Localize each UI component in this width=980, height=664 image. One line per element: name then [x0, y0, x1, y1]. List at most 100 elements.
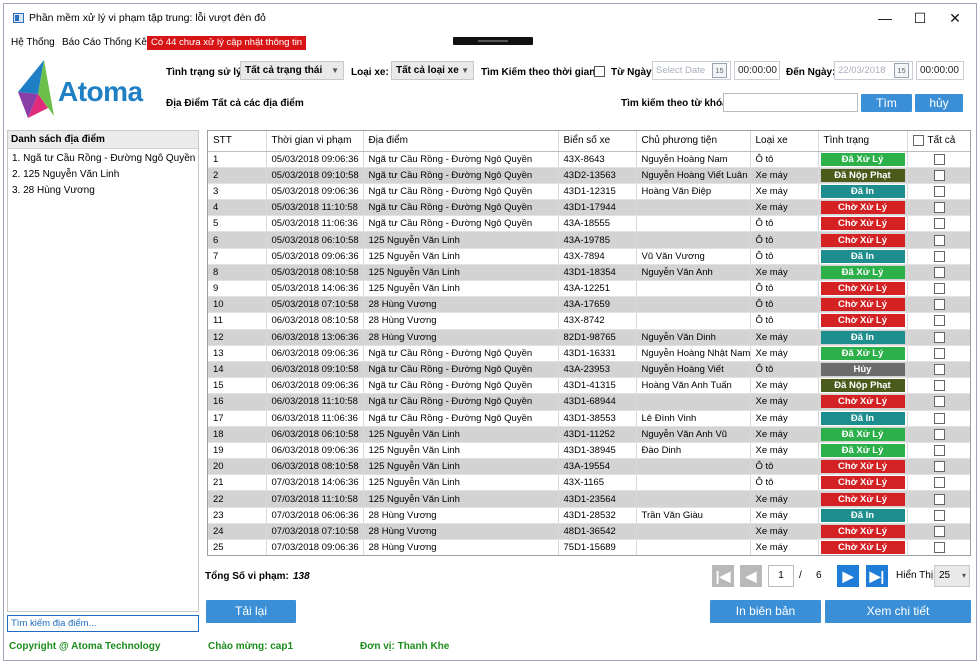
time-search-checkbox[interactable] [594, 66, 605, 77]
row-checkbox[interactable] [934, 477, 945, 489]
table-row[interactable]: 18 06/03/2018 06:10:58 125 Nguyễn Văn Linh… [208, 426, 970, 443]
view-details-button[interactable]: Xem chi tiết [825, 600, 971, 623]
table-row[interactable]: 2 05/03/2018 09:10:58 Ngã tư Cầu Rồng - Đư… [208, 167, 970, 184]
table-row[interactable]: 20 06/03/2018 08:10:58 125 Nguyễn Văn Linh… [208, 458, 970, 476]
cell-place: 28 Hùng Vương [363, 507, 559, 524]
table-row[interactable]: 13 06/03/2018 09:06:36 Ngã tư Cầu Rồng - Đ… [208, 345, 970, 362]
close-button[interactable]: ✕ [940, 8, 970, 28]
table-row[interactable]: 8 05/03/2018 08:10:58 125 Nguyễn Văn Linh 4… [208, 264, 970, 282]
table-row[interactable]: 14 06/03/2018 09:10:58 Ngã tư Cầu Rồng - Đ… [208, 361, 970, 379]
status-badge: Đã Nộp Phạt [820, 379, 905, 393]
row-checkbox[interactable] [934, 218, 945, 230]
col-type[interactable]: Loại xe [750, 131, 819, 152]
table-row[interactable]: 3 05/03/2018 09:06:36 Ngã tư Cầu Rồng - Đư… [208, 183, 970, 201]
minimize-button[interactable]: — [870, 8, 900, 28]
cell-select [907, 199, 970, 217]
print-report-button[interactable]: In biên bản [710, 600, 821, 623]
row-checkbox[interactable] [934, 542, 945, 554]
table-row[interactable]: 25 07/03/2018 09:06:36 28 Hùng Vương 75D1-1… [208, 539, 970, 555]
row-checkbox[interactable] [934, 525, 945, 537]
cell-stt: 12 [208, 329, 267, 346]
table-row[interactable]: 24 07/03/2018 07:10:58 28 Hùng Vương 48D1-3… [208, 523, 970, 541]
keyword-search-input[interactable] [723, 93, 858, 112]
row-checkbox[interactable] [934, 380, 945, 392]
table-row[interactable]: 4 05/03/2018 11:10:58 Ngã tư Cầu Rồng - Đư… [208, 199, 970, 217]
row-checkbox[interactable] [934, 315, 945, 327]
row-checkbox[interactable] [934, 461, 945, 473]
table-row[interactable]: 22 07/03/2018 11:10:58 125 Nguyễn Văn Linh… [208, 490, 970, 508]
table-row[interactable]: 23 07/03/2018 06:06:36 28 Hùng Vương 43D1-2… [208, 507, 970, 524]
row-checkbox[interactable] [934, 347, 945, 359]
status-badge: Chờ Xử Lý [820, 395, 905, 409]
location-item[interactable]: 1. Ngã tư Cầu Rồng - Đường Ngô Quyền [8, 151, 198, 167]
table-row[interactable]: 1 05/03/2018 09:06:36 Ngã tư Cầu Rồng - Đư… [208, 151, 970, 168]
reload-button[interactable]: Tải lại [206, 600, 296, 623]
prev-page-button[interactable]: ◀ [740, 565, 762, 587]
calendar-icon[interactable]: 15 [894, 63, 909, 78]
location-item[interactable]: 2. 125 Nguyễn Văn Linh [8, 167, 198, 183]
select-all-checkbox[interactable] [912, 135, 924, 147]
location-value[interactable]: Tất cả các địa điểm [212, 98, 304, 109]
last-page-button[interactable]: ▶| [866, 565, 888, 587]
cell-select [907, 296, 970, 314]
table-row[interactable]: 19 06/03/2018 09:06:36 125 Nguyễn Văn Linh… [208, 442, 970, 460]
status-filter-select[interactable]: Tất cả trạng thái ▼ [240, 61, 344, 80]
calendar-icon[interactable]: 15 [712, 63, 727, 78]
row-checkbox[interactable] [934, 250, 945, 262]
col-time[interactable]: Thời gian vi phạm [266, 131, 364, 152]
row-checkbox[interactable] [934, 283, 945, 295]
menu-system[interactable]: Hệ Thống [11, 37, 55, 48]
location-search-input[interactable]: Tìm kiếm địa điểm... [7, 615, 199, 632]
row-checkbox[interactable] [934, 428, 945, 440]
col-plate[interactable]: Biển số xe [558, 131, 637, 152]
table-row[interactable]: 12 06/03/2018 13:06:36 28 Hùng Vương 82D1-9… [208, 329, 970, 346]
row-checkbox[interactable] [934, 412, 945, 424]
row-checkbox[interactable] [934, 493, 945, 505]
notification-banner[interactable]: Có 44 chưa xử lý cập nhật thông tin [147, 36, 307, 50]
table-row[interactable]: 15 06/03/2018 09:06:36 Ngã tư Cầu Rồng - Đ… [208, 377, 970, 395]
row-checkbox[interactable] [934, 331, 945, 343]
row-checkbox[interactable] [934, 364, 945, 376]
table-row[interactable]: 6 05/03/2018 06:10:58 125 Nguyễn Văn Linh 4… [208, 231, 970, 249]
cell-stt: 19 [208, 442, 267, 460]
table-row[interactable]: 9 05/03/2018 14:06:36 125 Nguyễn Văn Linh 4… [208, 280, 970, 298]
col-stt[interactable]: STT [208, 131, 267, 152]
col-owner[interactable]: Chủ phương tiện [636, 131, 751, 152]
to-time-input[interactable]: 00:00:00 [916, 61, 964, 80]
table-row[interactable]: 17 06/03/2018 11:06:36 Ngã tư Cầu Rồng - Đ… [208, 410, 970, 427]
first-page-button[interactable]: |◀ [712, 565, 734, 587]
from-time-input[interactable]: 00:00:00 [734, 61, 780, 80]
table-row[interactable]: 10 05/03/2018 07:10:58 28 Hùng Vương 43A-17… [208, 296, 970, 314]
col-status[interactable]: Tình trạng [818, 131, 908, 152]
row-checkbox[interactable] [934, 202, 945, 214]
vehicle-filter-select[interactable]: Tất cả loại xe ▼ [391, 61, 474, 80]
table-row[interactable]: 21 07/03/2018 14:06:36 125 Nguyễn Văn Linh… [208, 474, 970, 492]
maximize-button[interactable]: ☐ [905, 8, 935, 28]
row-checkbox[interactable] [934, 234, 945, 246]
row-checkbox[interactable] [934, 153, 945, 165]
search-button[interactable]: Tìm [861, 94, 912, 112]
table-row[interactable]: 11 06/03/2018 08:10:58 28 Hùng Vương 43X-87… [208, 312, 970, 330]
row-checkbox[interactable] [934, 299, 945, 311]
from-date-label: Từ Ngày: [611, 67, 655, 78]
col-place[interactable]: Địa điểm [363, 131, 559, 152]
row-checkbox[interactable] [934, 185, 945, 197]
cancel-button[interactable]: hủy [915, 94, 963, 112]
cell-owner: Nguyễn Hoàng Viết Luân [636, 167, 751, 184]
table-row[interactable]: 16 06/03/2018 11:10:58 Ngã tư Cầu Rồng - Đ… [208, 393, 970, 411]
vehicle-filter-label: Loại xe: [351, 67, 389, 78]
menu-report[interactable]: Báo Cáo Thống Kê [62, 37, 147, 48]
table-row[interactable]: 7 05/03/2018 09:06:36 125 Nguyễn Văn Linh 4… [208, 248, 970, 265]
row-checkbox[interactable] [934, 509, 945, 521]
col-select-all[interactable]: Tất cả [907, 131, 970, 152]
row-checkbox[interactable] [934, 169, 945, 181]
page-size-select[interactable]: 25 ▾ [934, 565, 970, 587]
location-item[interactable]: 3. 28 Hùng Vương [8, 183, 198, 199]
next-page-button[interactable]: ▶ [837, 565, 859, 587]
row-checkbox[interactable] [934, 396, 945, 408]
cell-time: 07/03/2018 11:10:58 [266, 490, 364, 508]
table-row[interactable]: 5 05/03/2018 11:06:36 Ngã tư Cầu Rồng - Đư… [208, 215, 970, 233]
row-checkbox[interactable] [934, 444, 945, 456]
page-number-input[interactable]: 1 [768, 565, 794, 587]
row-checkbox[interactable] [934, 266, 945, 278]
